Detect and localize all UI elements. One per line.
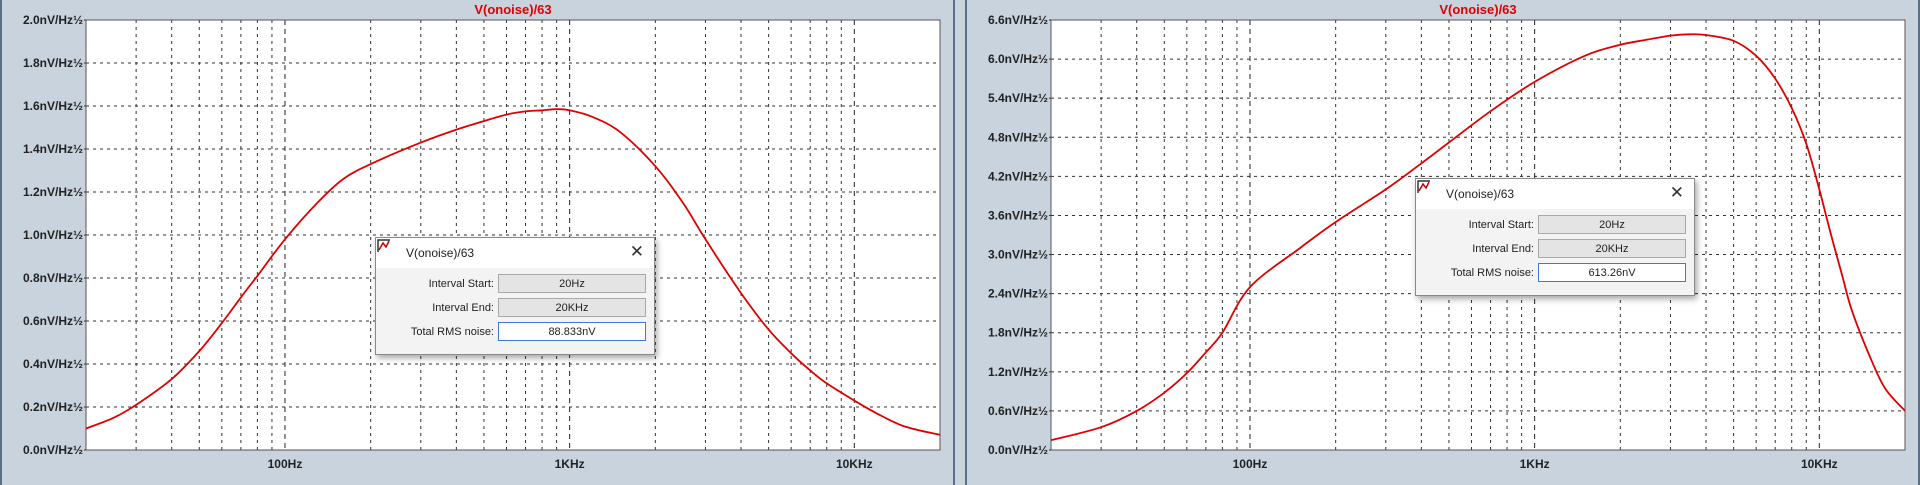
y-tick-label: 1.2nV/Hz½: [988, 365, 1048, 379]
interval-start-row: Interval Start:: [376, 274, 654, 296]
rms-noise-label: Total RMS noise:: [410, 326, 494, 338]
rms-noise-dialog-left[interactable]: V(onoise)/63 ✕ Interval Start: Interval …: [375, 237, 655, 355]
dialog-title: V(onoise)/63: [406, 246, 475, 260]
rms-noise-field[interactable]: [1538, 263, 1686, 282]
y-tick-label: 6.0nV/Hz½: [988, 52, 1048, 66]
interval-end-row: Interval End:: [376, 298, 654, 320]
dialog-title: V(onoise)/63: [1446, 187, 1515, 201]
dialog-titlebar[interactable]: V(onoise)/63 ✕: [376, 238, 654, 268]
interval-start-field[interactable]: [498, 274, 646, 293]
plot-pane-left[interactable]: 0.0nV/Hz½ 0.2nV/Hz½ 0.4nV/Hz½ 0.6nV/Hz½ 0.8n…: [0, 0, 955, 485]
interval-end-label: Interval End:: [1472, 243, 1534, 255]
interval-end-label: Interval End:: [432, 302, 494, 314]
y-tick-label: 2.0nV/Hz½: [23, 13, 83, 27]
close-icon[interactable]: ✕: [1670, 183, 1684, 203]
y-tick-label: 1.6nV/Hz½: [23, 99, 83, 113]
y-tick-label: 6.6nV/Hz½: [988, 13, 1048, 27]
waveform-icon: [377, 239, 390, 252]
y-tick-label: 0.6nV/Hz½: [23, 314, 83, 328]
y-tick-label: 4.2nV/Hz½: [988, 169, 1048, 183]
x-tick-label: 1KHz: [555, 457, 585, 471]
interval-start-label: Interval Start:: [1468, 219, 1534, 231]
y-tick-label: 1.8nV/Hz½: [23, 56, 83, 70]
y-tick-label: 1.0nV/Hz½: [23, 228, 83, 242]
y-tick-label: 3.0nV/Hz½: [988, 248, 1048, 262]
y-tick-label: 0.2nV/Hz½: [23, 400, 83, 414]
y-tick-label: 0.6nV/Hz½: [988, 404, 1048, 418]
plot-pane-right[interactable]: 0.0nV/Hz½ 0.6nV/Hz½ 1.2nV/Hz½ 1.8nV/Hz½ 2.4n…: [965, 0, 1920, 485]
interval-start-label: Interval Start:: [428, 278, 494, 290]
interval-end-field[interactable]: [1538, 239, 1686, 258]
y-tick-label: 0.8nV/Hz½: [23, 271, 83, 285]
rms-noise-field[interactable]: [498, 322, 646, 341]
waveform-icon: [1417, 180, 1430, 193]
y-tick-label: 0.4nV/Hz½: [23, 357, 83, 371]
interval-start-field[interactable]: [1538, 215, 1686, 234]
y-tick-label: 2.4nV/Hz½: [988, 287, 1048, 301]
rms-noise-label: Total RMS noise:: [1450, 267, 1534, 279]
interval-end-row: Interval End:: [1416, 239, 1694, 261]
y-tick-label: 4.8nV/Hz½: [988, 130, 1048, 144]
rms-noise-row: Total RMS noise:: [376, 322, 654, 344]
y-tick-label: 1.4nV/Hz½: [23, 142, 83, 156]
x-tick-label: 1KHz: [1520, 457, 1550, 471]
plot-title[interactable]: V(onoise)/63: [1439, 2, 1516, 17]
x-tick-label: 100Hz: [1233, 457, 1268, 471]
y-tick-label: 0.0nV/Hz½: [988, 443, 1048, 457]
rms-noise-dialog-right[interactable]: V(onoise)/63 ✕ Interval Start: Interval …: [1415, 178, 1695, 296]
y-tick-label: 1.2nV/Hz½: [23, 185, 83, 199]
dialog-titlebar[interactable]: V(onoise)/63 ✕: [1416, 179, 1694, 209]
x-tick-label: 10KHz: [1801, 457, 1838, 471]
x-tick-label: 10KHz: [836, 457, 873, 471]
interval-end-field[interactable]: [498, 298, 646, 317]
y-tick-label: 3.6nV/Hz½: [988, 208, 1048, 222]
plot-title[interactable]: V(onoise)/63: [474, 2, 551, 17]
y-tick-label: 5.4nV/Hz½: [988, 91, 1048, 105]
x-tick-label: 100Hz: [268, 457, 303, 471]
interval-start-row: Interval Start:: [1416, 215, 1694, 237]
close-icon[interactable]: ✕: [630, 242, 644, 262]
y-tick-label: 1.8nV/Hz½: [988, 326, 1048, 340]
rms-noise-row: Total RMS noise:: [1416, 263, 1694, 285]
y-tick-label: 0.0nV/Hz½: [23, 443, 83, 457]
